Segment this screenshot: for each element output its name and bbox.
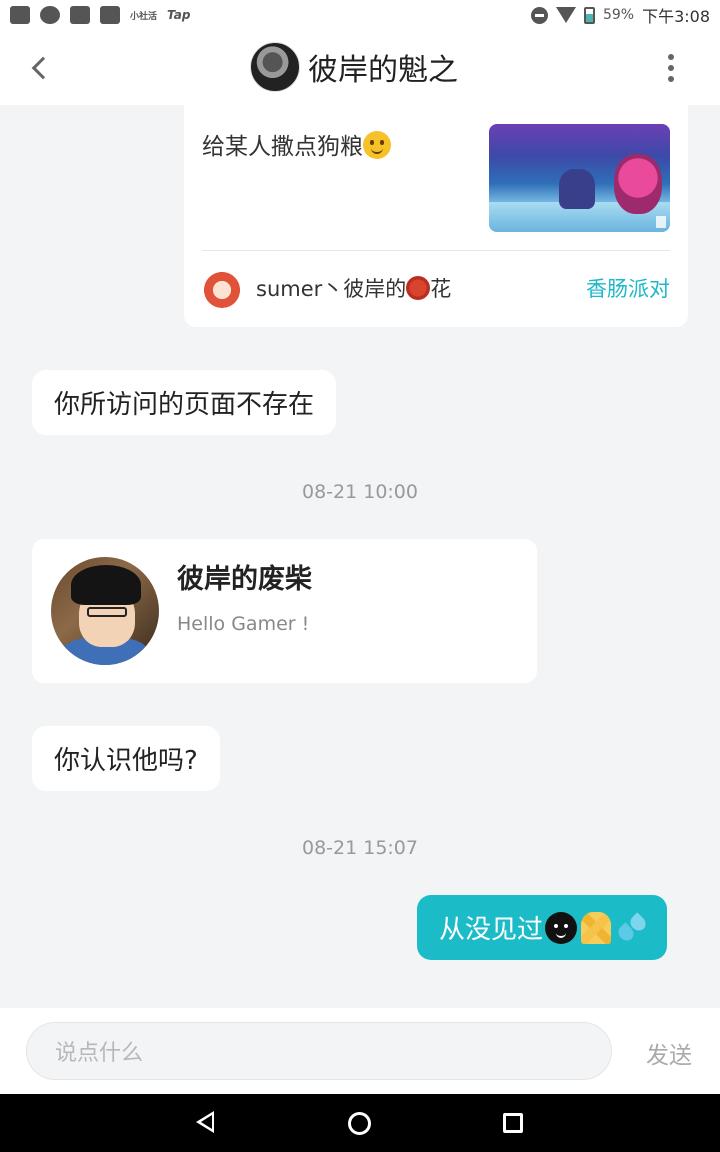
divider: [202, 250, 670, 251]
chevron-left-icon: [31, 56, 55, 80]
chat-title-group[interactable]: 彼岸的魁之: [250, 42, 458, 92]
capcut-icon: [10, 6, 30, 24]
page-title: 彼岸的魁之: [308, 53, 458, 88]
sweat-drops-emoji-icon: [617, 913, 647, 943]
author-avatar[interactable]: [202, 268, 242, 308]
more-options-button[interactable]: [658, 52, 684, 84]
pray-emoji-icon: [581, 911, 612, 944]
watermark-icon: [656, 216, 666, 228]
system-nav-bar: [0, 1094, 720, 1152]
wifi-icon: [555, 7, 576, 23]
user-profile-card[interactable]: 彼岸的废柴 Hello Gamer !: [32, 539, 537, 683]
post-thumbnail[interactable]: [489, 124, 670, 232]
message-bubble-received[interactable]: 你认识他吗?: [32, 726, 220, 791]
more-vertical-icon: [668, 54, 674, 60]
post-author[interactable]: sumer丶彼岸的花: [202, 268, 451, 308]
shared-post-card[interactable]: 给某人撒点狗粮 sumer丶彼岸的花 香肠派对: [184, 105, 688, 327]
message-text: 你认识他吗?: [54, 746, 198, 776]
author-name: sumer丶彼岸的花: [256, 276, 452, 301]
message-input-bar: 说点什么 发送: [0, 1008, 720, 1094]
message-bubble-sent[interactable]: 从没见过: [417, 895, 668, 960]
rose-emoji-icon: [406, 276, 431, 300]
user-card-name: 彼岸的废柴: [177, 564, 312, 595]
notification-icons: 小社活 Tap: [10, 6, 190, 24]
plus-circle-icon: [40, 6, 60, 24]
document-icon: [70, 6, 90, 24]
battery-icon: [583, 6, 595, 24]
game-tag-link[interactable]: 香肠派对: [586, 273, 670, 303]
do-not-disturb-icon: [530, 6, 548, 24]
message-text: 你所访问的页面不存在: [54, 390, 315, 420]
status-bar: 小社活 Tap 59% 下午3:08: [0, 0, 720, 30]
notif-small-text: 小社活: [130, 11, 158, 22]
dark-face-emoji-icon: [545, 911, 578, 944]
contact-avatar[interactable]: [250, 42, 300, 92]
smile-emoji-icon: [363, 131, 391, 159]
user-card-avatar[interactable]: [51, 557, 159, 665]
system-icons: 59% 下午3:08: [530, 3, 710, 27]
triangle-back-icon[interactable]: [196, 1111, 214, 1133]
circle-home-icon[interactable]: [348, 1112, 371, 1135]
clock: 下午3:08: [642, 7, 710, 26]
tap-notif-text: Tap: [167, 8, 191, 22]
image-icon: [100, 6, 120, 24]
message-input[interactable]: 说点什么: [26, 1022, 612, 1080]
send-button[interactable]: 发送: [646, 1036, 692, 1070]
chat-header: 彼岸的魁之: [0, 30, 720, 105]
battery-percent: 59%: [602, 7, 635, 23]
square-recent-icon[interactable]: [503, 1113, 523, 1133]
back-button[interactable]: [22, 50, 58, 86]
timestamp: 08-21 10:00: [301, 481, 418, 503]
message-bubble-received[interactable]: 你所访问的页面不存在: [32, 370, 337, 435]
post-text: 给某人撒点狗粮: [202, 127, 391, 161]
user-card-signature: Hello Gamer !: [177, 613, 310, 635]
message-text: 从没见过: [439, 915, 544, 945]
timestamp: 08-21 15:07: [301, 837, 418, 859]
